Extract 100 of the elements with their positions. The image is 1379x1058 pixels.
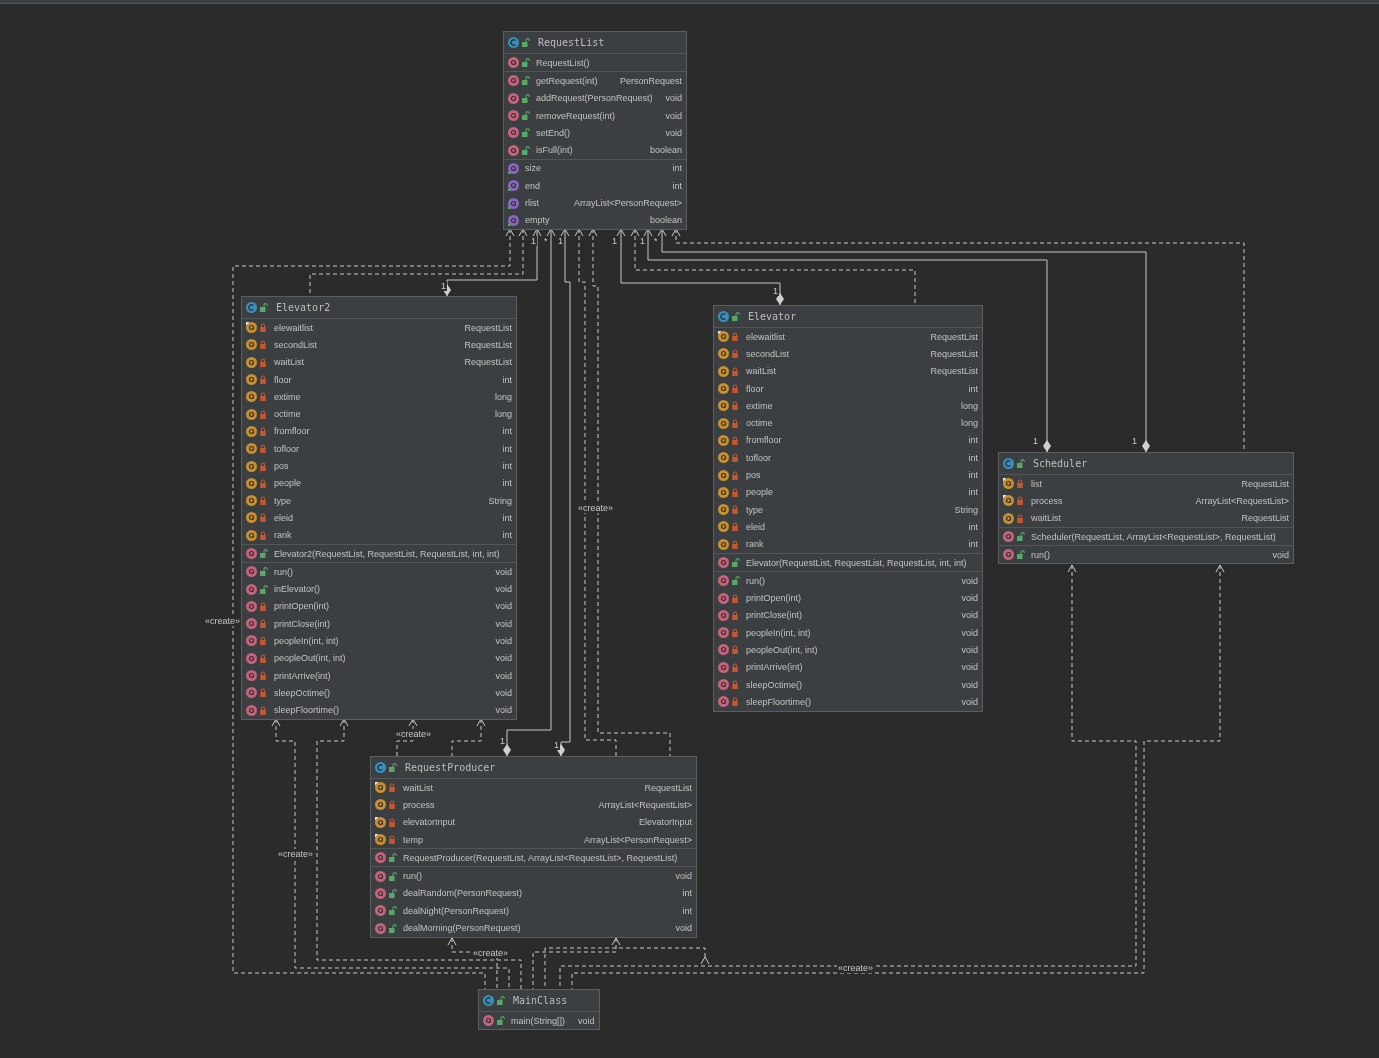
member-type: int bbox=[967, 383, 978, 394]
member-name: printOpen(int) bbox=[746, 593, 802, 604]
member-type: void bbox=[494, 636, 512, 646]
edge-label: «create» bbox=[204, 616, 242, 626]
member-type: int bbox=[501, 478, 512, 489]
class-icon bbox=[718, 311, 729, 322]
member-name: run() bbox=[746, 575, 765, 586]
member-name: eleid bbox=[274, 512, 293, 523]
member-name: Scheduler(RequestList, ArrayList<RequestList>, RequestList) bbox=[1031, 531, 1276, 542]
member-type: void bbox=[960, 610, 978, 621]
member-name: type bbox=[274, 495, 291, 506]
member-name: octime bbox=[274, 409, 301, 420]
member-type: RequestList bbox=[463, 339, 512, 350]
edge-label: 1 bbox=[440, 281, 447, 291]
member-type: long bbox=[494, 409, 512, 420]
edge-label: 1 bbox=[639, 236, 646, 246]
member-name: dealNight(PersonRequest) bbox=[403, 905, 510, 916]
edge-label: «create» bbox=[395, 729, 433, 739]
member-type: void bbox=[1271, 549, 1289, 560]
member-name: main(String[]) bbox=[511, 1015, 565, 1026]
member-name: Elevator(RequestList, RequestList, RequestList, int, int) bbox=[746, 557, 967, 568]
member-name: getRequest(int) bbox=[536, 75, 598, 86]
member-name: extime bbox=[274, 391, 301, 402]
class-box[interactable] bbox=[370, 756, 697, 938]
member-type: long bbox=[494, 391, 512, 402]
member-type: int bbox=[681, 905, 692, 916]
member-name: RequestProducer(RequestList, ArrayList<RequestList>, RequestList) bbox=[403, 852, 678, 863]
member-name: run() bbox=[403, 871, 422, 882]
member-name: process bbox=[1031, 495, 1063, 506]
member-type: int bbox=[967, 521, 978, 532]
class-icon bbox=[483, 995, 494, 1006]
class-name: RequestProducer bbox=[405, 762, 496, 773]
class-icon bbox=[375, 762, 386, 773]
member-type: RequestList bbox=[463, 357, 512, 368]
member-name: rank bbox=[274, 530, 292, 541]
composition-diamond bbox=[1142, 440, 1150, 452]
member-name: printArrive(int) bbox=[274, 670, 331, 681]
member-name: peopleOut(int, int) bbox=[274, 653, 346, 664]
member-name: removeRequest(int) bbox=[536, 110, 616, 121]
class-name: Elevator bbox=[748, 311, 797, 322]
member-type: int bbox=[671, 180, 683, 191]
member-type: int bbox=[501, 512, 512, 523]
member-name: tofloor bbox=[746, 452, 771, 463]
member-type: RequestList bbox=[1240, 478, 1289, 489]
member-type: RequestList bbox=[929, 366, 978, 377]
member-name: printArrive(int) bbox=[746, 662, 803, 673]
member-name: peopleIn(int, int) bbox=[746, 627, 811, 638]
class-icon bbox=[246, 302, 257, 313]
member-type: void bbox=[674, 871, 692, 882]
member-type: int bbox=[967, 539, 978, 550]
member-name: floor bbox=[274, 374, 292, 385]
member-type: RequestList bbox=[643, 782, 692, 793]
member-type: void bbox=[664, 110, 683, 121]
member-type: int bbox=[967, 452, 978, 463]
class-box[interactable] bbox=[241, 296, 517, 720]
member-name: secondList bbox=[274, 339, 318, 350]
member-name: list bbox=[1031, 478, 1042, 489]
class-name: MainClass bbox=[513, 995, 568, 1006]
member-type: void bbox=[664, 93, 683, 104]
member-name: sleepFloortime() bbox=[746, 696, 812, 707]
member-type: PersonRequest bbox=[619, 75, 683, 86]
member-name: people bbox=[746, 487, 774, 498]
class-name: Elevator2 bbox=[276, 302, 331, 313]
member-type: long bbox=[960, 400, 978, 411]
member-name: run() bbox=[1031, 549, 1050, 560]
member-type: void bbox=[494, 618, 512, 629]
member-name: sleepOctime() bbox=[274, 687, 330, 698]
member-name: setEnd() bbox=[536, 127, 570, 138]
member-name: elewaitlist bbox=[746, 331, 785, 342]
member-name: elevatorInput bbox=[403, 817, 456, 828]
composition-diamond bbox=[503, 744, 511, 756]
member-type: int bbox=[967, 435, 978, 446]
class-box[interactable]: Scheduler list RequestList process ArrayList<RequestList> waitList RequestList Scheduler(RequestList, ArrayList<RequestList>, RequestList) run() void bbox=[998, 452, 1294, 565]
member-type: void bbox=[494, 687, 512, 698]
edge-label: 1 bbox=[1131, 436, 1138, 446]
member-type: ArrayList<PersonRequest> bbox=[573, 198, 683, 208]
member-name: dealMorning(PersonRequest) bbox=[403, 923, 521, 933]
member-name: type bbox=[746, 504, 763, 515]
class-box[interactable]: MainClass main(String[]) void bbox=[478, 989, 600, 1031]
open-padlock-icon bbox=[260, 303, 268, 312]
member-name: printClose(int) bbox=[274, 618, 331, 629]
member-name: Elevator2(RequestList, RequestList, RequestList, int, int) bbox=[274, 548, 500, 559]
class-icon bbox=[508, 37, 519, 48]
member-name: process bbox=[403, 799, 435, 810]
class-box[interactable] bbox=[713, 305, 983, 712]
member-name: run() bbox=[274, 566, 293, 577]
member-type: int bbox=[681, 888, 692, 899]
member-name: pos bbox=[746, 470, 761, 480]
class-box[interactable] bbox=[503, 31, 688, 230]
member-name: elewaitlist bbox=[274, 322, 313, 333]
member-type: void bbox=[960, 662, 978, 673]
member-type: void bbox=[494, 566, 512, 577]
member-type: void bbox=[960, 645, 978, 655]
member-type: void bbox=[494, 670, 512, 681]
edge-label: «create» bbox=[277, 849, 315, 859]
member-name: RequestList() bbox=[536, 57, 590, 68]
member-type: void bbox=[494, 705, 512, 716]
member-name: eleid bbox=[746, 521, 765, 532]
member-type: RequestList bbox=[929, 348, 978, 359]
member-name: temp bbox=[403, 834, 423, 845]
